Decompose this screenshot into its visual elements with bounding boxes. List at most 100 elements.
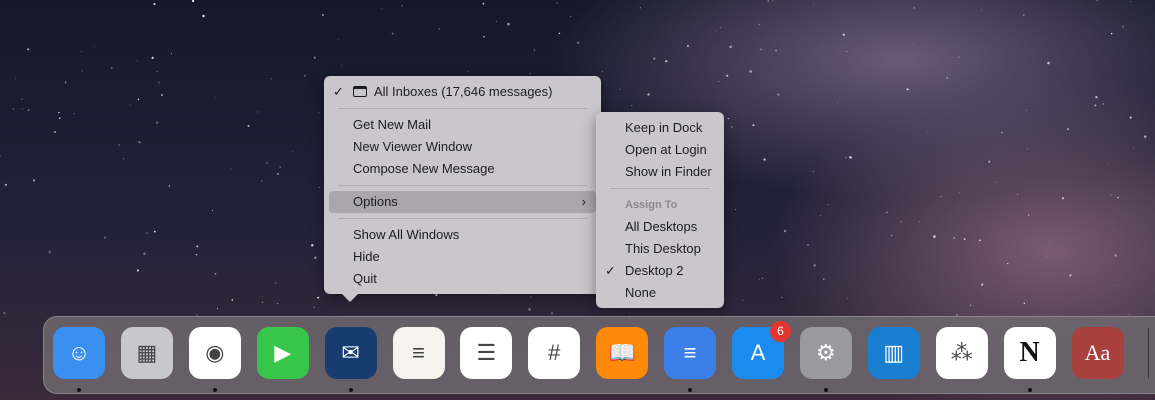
star (969, 304, 972, 306)
app-store-icon: A (750, 340, 766, 365)
star (686, 44, 689, 47)
menu-item-keep-in-dock[interactable]: Keep in Dock (601, 117, 719, 139)
star (912, 43, 914, 45)
star (647, 93, 650, 96)
dock-app-trello[interactable]: ▥ (867, 327, 920, 379)
menu-item-none[interactable]: None (601, 282, 719, 304)
menu-item-all-inboxes[interactable]: ✓ All Inboxes (17,646 messages) (329, 81, 596, 103)
running-indicator (348, 388, 353, 392)
menu-item-all-desktops[interactable]: All Desktops (601, 216, 719, 238)
star (196, 245, 199, 248)
star (438, 28, 440, 30)
menu-item-desktop-2[interactable]: ✓ Desktop 2 (601, 260, 719, 282)
facetime-icon: ▶ (274, 340, 292, 365)
star (550, 312, 554, 315)
star (230, 168, 232, 170)
google-docs-icon: ≡ (683, 340, 697, 365)
star (720, 26, 722, 29)
dock-app-books[interactable]: 📖 (596, 327, 649, 379)
star (160, 94, 163, 96)
menu-item-hide[interactable]: Hide (329, 246, 596, 268)
star (758, 279, 760, 281)
separator (338, 108, 587, 109)
menu-item-show-all-windows[interactable]: Show All Windows (329, 224, 596, 246)
menu-item-this-desktop[interactable]: This Desktop (601, 238, 719, 260)
star (730, 125, 733, 128)
star (953, 236, 955, 239)
star (1122, 90, 1124, 92)
dock-app-finder[interactable]: ☺ (53, 327, 105, 379)
star (231, 298, 234, 301)
menu-item-new-viewer-window[interactable]: New Viewer Window (329, 136, 596, 158)
dock-app-mail[interactable]: ✉ (324, 327, 377, 379)
star (827, 203, 829, 206)
dock-app-google-chrome[interactable]: ◉ (188, 327, 241, 379)
star (156, 70, 158, 73)
dock-app-launchpad[interactable]: ▦ (120, 327, 173, 379)
menu-item-compose-new-message[interactable]: Compose New Message (329, 158, 596, 180)
menu-item-quit[interactable]: Quit (329, 268, 596, 290)
dock-app-reminders[interactable]: ☰ (460, 327, 513, 379)
star (1130, 1, 1132, 3)
star (813, 264, 816, 267)
menu-item-open-at-login[interactable]: Open at Login (601, 139, 719, 161)
star (292, 151, 294, 153)
star (1110, 32, 1113, 35)
dock-app-google-docs[interactable]: ≡ (664, 327, 717, 379)
notes-icon: ≡ (412, 340, 425, 365)
dock-app-slack[interactable]: # (528, 327, 581, 379)
star (890, 234, 893, 237)
star (1122, 25, 1125, 28)
slack-icon: # (548, 340, 561, 365)
star (1117, 196, 1119, 199)
star (959, 191, 960, 193)
star (807, 243, 809, 246)
menu-item-show-in-finder[interactable]: Show in Finder (601, 161, 719, 183)
star (918, 221, 920, 222)
star (1023, 302, 1026, 305)
dock-app-asana[interactable]: ⁂ (935, 327, 988, 379)
star (813, 4, 815, 6)
star (27, 48, 30, 51)
star (842, 33, 845, 36)
star (48, 250, 52, 254)
chevron-right-icon: › (581, 194, 586, 209)
star (823, 278, 825, 280)
star (257, 111, 259, 113)
dock-app-system-preferences[interactable]: ⚙ (799, 327, 852, 379)
star (401, 5, 403, 7)
star (170, 52, 173, 55)
system-preferences-icon: ⚙ (816, 340, 836, 365)
star (274, 282, 277, 284)
star (1094, 104, 1097, 107)
star (435, 294, 438, 297)
dock-app-facetime[interactable]: ▶ (256, 327, 309, 379)
star (143, 252, 146, 256)
star (483, 35, 485, 38)
trello-icon: ▥ (883, 340, 905, 365)
star (981, 9, 982, 11)
star (153, 230, 156, 233)
star (1102, 103, 1104, 105)
star (528, 308, 531, 311)
star (279, 166, 282, 168)
star (58, 111, 60, 114)
star (0, 155, 1, 157)
dock-app-dictionary[interactable]: Aa (1071, 327, 1124, 379)
star (1025, 109, 1027, 111)
star (772, 0, 774, 2)
separator (610, 188, 710, 189)
star (735, 209, 737, 211)
star (58, 117, 61, 119)
running-indicator (212, 388, 217, 392)
star (211, 209, 213, 211)
menu-item-get-new-mail[interactable]: Get New Mail (329, 114, 596, 136)
star (381, 8, 383, 10)
dock-app-notion[interactable]: N (1003, 327, 1056, 379)
star (145, 231, 149, 235)
star (21, 98, 24, 101)
star (318, 186, 320, 188)
star (1069, 274, 1072, 277)
menu-item-options[interactable]: Options › (329, 191, 596, 213)
dock-app-notes[interactable]: ≡ (392, 327, 445, 379)
